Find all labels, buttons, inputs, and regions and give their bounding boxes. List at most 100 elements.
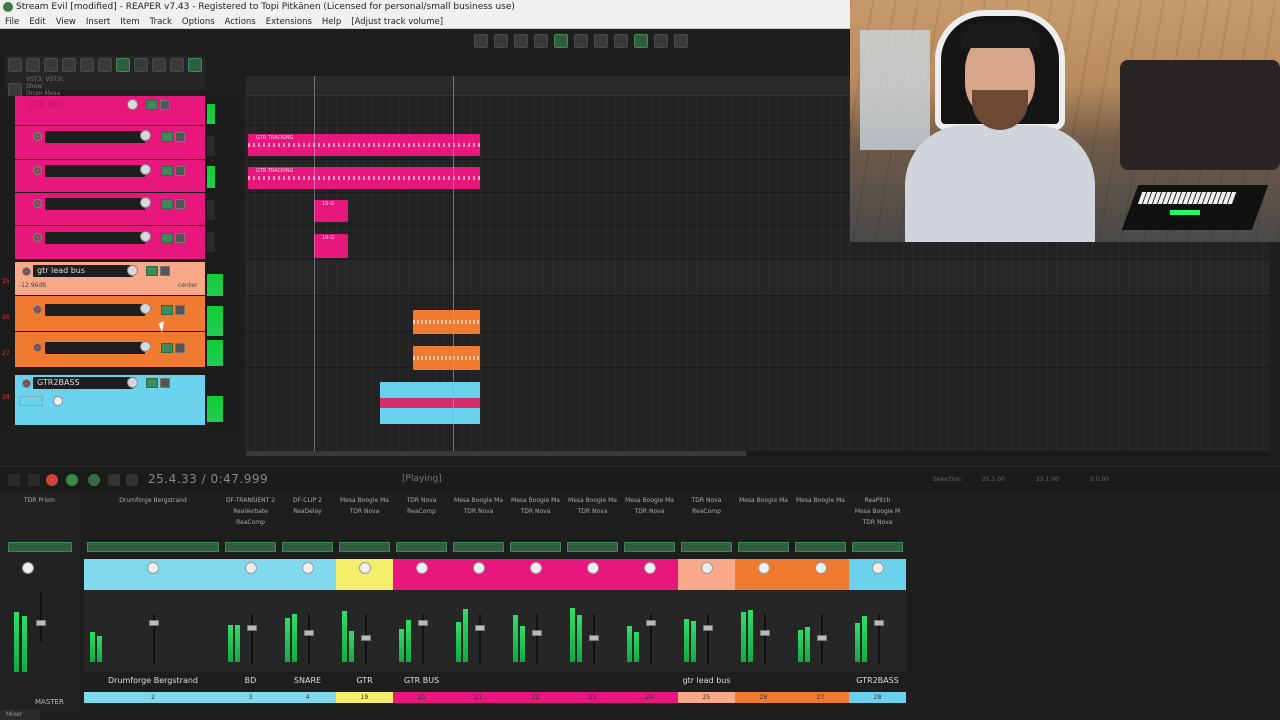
fx-slot[interactable] [624, 542, 675, 552]
volume-fader[interactable] [873, 620, 884, 626]
new-project-icon[interactable] [8, 58, 22, 72]
metronome-icon[interactable] [170, 58, 184, 72]
strip-name[interactable]: SNARE [279, 672, 336, 690]
strip-name[interactable]: BD [222, 672, 279, 690]
pan-knob[interactable] [244, 562, 257, 574]
volume-fader[interactable] [149, 620, 159, 626]
pan-knob[interactable] [757, 562, 770, 574]
menu-extensions[interactable]: Extensions [266, 15, 312, 28]
track-child-4[interactable] [15, 226, 205, 260]
stop-icon[interactable] [108, 474, 120, 486]
track-lead-child-1[interactable] [15, 296, 205, 332]
fx-slot[interactable] [795, 542, 846, 552]
track-name-field[interactable] [45, 131, 145, 143]
follow-icon[interactable] [634, 34, 648, 48]
envelope-button[interactable] [160, 100, 170, 110]
volume-fader[interactable] [474, 625, 485, 631]
record-icon[interactable] [46, 474, 58, 486]
envelope-button[interactable] [175, 233, 185, 243]
media-item-gtr2bass[interactable] [380, 382, 480, 424]
fx-slot[interactable] [852, 542, 903, 552]
track-name[interactable]: gtr lead bus [33, 265, 133, 277]
volume-knob[interactable] [127, 99, 138, 110]
fx-slot[interactable] [453, 542, 504, 552]
envelope-button[interactable] [175, 132, 185, 142]
fx-button[interactable] [161, 132, 173, 142]
volume-knob[interactable] [140, 197, 151, 208]
strip-name[interactable] [507, 672, 564, 690]
track-lead-child-2[interactable] [15, 332, 205, 368]
strip-name[interactable] [564, 672, 621, 690]
volume-fader[interactable] [816, 635, 827, 641]
horizontal-scrollbar[interactable] [246, 451, 1270, 456]
pan-knob[interactable] [472, 562, 485, 574]
volume-fader[interactable] [531, 630, 542, 636]
pan-knob[interactable] [871, 562, 884, 574]
envelope-button[interactable] [175, 166, 185, 176]
lock-icon[interactable] [8, 83, 22, 97]
go-to-end-icon[interactable] [28, 474, 40, 486]
pan-knob[interactable] [301, 562, 314, 574]
media-item-gtr-tracking[interactable]: GTR TRACKING [248, 134, 480, 156]
track-child-2[interactable] [15, 160, 205, 193]
volume-knob[interactable] [127, 265, 138, 276]
fx-button[interactable] [161, 305, 173, 315]
media-item-lead-1[interactable] [413, 310, 480, 334]
volume-fader[interactable] [702, 625, 713, 631]
volume-knob[interactable] [140, 341, 151, 352]
volume-fader[interactable] [759, 630, 770, 636]
marker-icon[interactable] [654, 34, 668, 48]
fx-slot[interactable] [225, 542, 276, 552]
strip-name[interactable]: gtr lead bus [678, 672, 735, 690]
record-arm-button[interactable] [33, 233, 42, 242]
media-item-short[interactable]: 19-G [314, 200, 348, 222]
razor-icon[interactable] [594, 34, 608, 48]
record-arm-button[interactable] [33, 132, 42, 141]
fx-slot[interactable] [282, 542, 333, 552]
volume-knob[interactable] [140, 231, 151, 242]
envelope-button[interactable] [175, 305, 185, 315]
volume-fader[interactable] [246, 625, 257, 631]
track-gtr-lead-bus[interactable]: gtr lead bus -12.96dB center [15, 262, 205, 296]
play-icon[interactable] [66, 474, 78, 486]
track-child-3[interactable] [15, 193, 205, 226]
media-item-gtr-tracking-2[interactable]: GTR TRACKING [248, 167, 480, 189]
volume-fader[interactable] [417, 620, 428, 626]
redo-icon[interactable] [98, 58, 112, 72]
fade-tool-icon[interactable] [534, 34, 548, 48]
glue-tool-icon[interactable] [514, 34, 528, 48]
menu-edit[interactable]: Edit [29, 15, 45, 28]
fx-button[interactable] [161, 233, 173, 243]
envelope-button[interactable] [160, 378, 170, 388]
strip-name[interactable] [621, 672, 678, 690]
strip-name[interactable]: GTR TRACKING [336, 672, 393, 703]
fx-button[interactable] [146, 266, 158, 276]
record-arm-button[interactable] [22, 379, 31, 388]
menu-item[interactable]: Item [120, 15, 139, 28]
track-gtr2bass[interactable]: GTR2BASS [15, 375, 205, 426]
pan-knob[interactable] [643, 562, 656, 574]
volume-fader[interactable] [303, 630, 314, 636]
automation-icon[interactable] [554, 34, 568, 48]
cut-tool-icon[interactable] [494, 34, 508, 48]
menu-track[interactable]: Track [150, 15, 172, 28]
track-gtr-bus[interactable]: GTR BUS [15, 96, 205, 126]
pan-knob[interactable] [814, 562, 827, 574]
scrollbar-thumb[interactable] [246, 451, 746, 456]
record-arm-button[interactable] [33, 343, 42, 352]
pan-knob[interactable] [147, 562, 159, 574]
selection-start[interactable]: 25.1.00 [982, 476, 1005, 483]
mixer-tab[interactable]: Mixer [0, 710, 40, 720]
record-arm-button[interactable] [33, 199, 42, 208]
track-name-field[interactable] [45, 232, 145, 244]
snap-icon[interactable] [116, 58, 130, 72]
menu-help[interactable]: Help [322, 15, 341, 28]
strip-name[interactable]: GTR2BASS [849, 672, 906, 690]
envelope-icon[interactable] [574, 34, 588, 48]
fx-slot[interactable] [339, 542, 390, 552]
envelope-button[interactable] [175, 199, 185, 209]
record-arm-button[interactable] [33, 305, 42, 314]
region-icon[interactable] [674, 34, 688, 48]
item-tool-icon[interactable] [474, 34, 488, 48]
width-knob[interactable] [53, 396, 63, 406]
